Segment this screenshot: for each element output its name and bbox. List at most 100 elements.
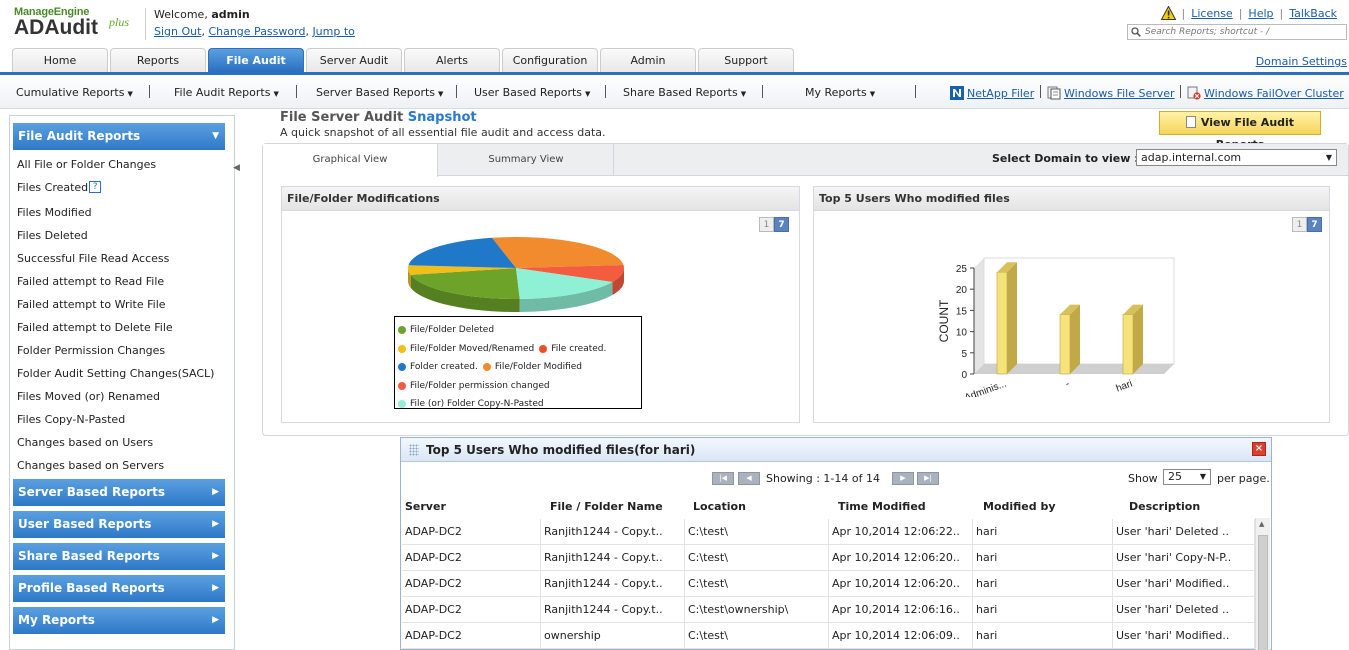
sidebar-item-changes-by-servers[interactable]: Changes based on Servers — [17, 459, 164, 472]
search-box[interactable] — [1127, 24, 1347, 40]
tab-support[interactable]: Support — [698, 48, 794, 72]
column-header-modified-by[interactable]: Modified by — [983, 500, 1056, 513]
tab-summary-view[interactable]: Summary View — [439, 144, 614, 176]
product-logo[interactable]: ManageEngine ADAudit plus — [14, 6, 129, 38]
sidebar-item-failed-delete[interactable]: Failed attempt to Delete File — [17, 321, 173, 334]
legend-label: File created. — [551, 343, 607, 354]
column-header-description[interactable]: Description — [1129, 500, 1200, 513]
talkback-link[interactable]: TalkBack — [1289, 7, 1337, 20]
tab-configuration[interactable]: Configuration — [502, 48, 598, 72]
tab-server-audit[interactable]: Server Audit — [306, 48, 402, 72]
cell-file-name: Ranjith1244 - Copy.t.. — [541, 545, 685, 570]
next-page-button[interactable]: ▶ — [892, 472, 914, 485]
tab-home[interactable]: Home — [12, 48, 108, 72]
previous-page-button[interactable]: ◀ — [738, 472, 760, 485]
sidebar-section-profile-based[interactable]: Profile Based Reports ▶ — [13, 575, 225, 602]
my-reports-menu[interactable]: My Reports ▼ — [805, 86, 875, 99]
cell-modified-by: hari — [973, 519, 1113, 544]
vertical-scrollbar[interactable]: ▲ — [1255, 518, 1270, 650]
tab-alerts[interactable]: Alerts — [404, 48, 500, 72]
sidebar-item-files-deleted[interactable]: Files Deleted — [17, 229, 88, 242]
domain-settings-link[interactable]: Domain Settings — [1256, 55, 1347, 68]
tab-reports[interactable]: Reports — [110, 48, 206, 72]
server-based-reports-menu[interactable]: Server Based Reports ▼ — [316, 86, 443, 99]
column-header-location[interactable]: Location — [693, 500, 746, 513]
change-password-link[interactable]: Change Password — [208, 25, 305, 38]
last-page-button[interactable]: ▶| — [917, 472, 939, 485]
sidebar-item-files-modified[interactable]: Files Modified — [17, 206, 92, 219]
warning-icon[interactable] — [1160, 6, 1176, 20]
tab-admin[interactable]: Admin — [600, 48, 696, 72]
table-row[interactable]: ADAP-DC2 Ranjith1244 - Copy.t.. C:\test\ Ap… — [402, 519, 1255, 545]
sidebar-section-my-reports[interactable]: My Reports ▶ — [13, 607, 225, 634]
cell-file-name: Ranjith1244 - Copy.t.. — [541, 597, 685, 622]
scroll-thumb[interactable] — [1258, 535, 1268, 650]
pagination-status: Showing : 1-14 of 14 — [766, 472, 880, 485]
dialog-title: Top 5 Users Who modified files(for hari) — [426, 443, 696, 457]
sidebar-collapse-icon[interactable]: ◀ — [233, 163, 241, 179]
file-audit-reports-menu[interactable]: File Audit Reports ▼ — [174, 86, 279, 99]
column-header-time-modified[interactable]: Time Modified — [838, 500, 926, 513]
jump-to-link[interactable]: Jump to — [312, 25, 354, 38]
menu-label: Share Based Reports — [623, 86, 738, 99]
help-link[interactable]: Help — [1248, 7, 1273, 20]
sidebar-item-failed-read[interactable]: Failed attempt to Read File — [17, 275, 164, 288]
divider — [1040, 85, 1041, 98]
sidebar-item-sacl-changes[interactable]: Folder Audit Setting Changes(SACL) — [17, 367, 214, 380]
menu-label: Cumulative Reports — [16, 86, 125, 99]
pie-chart — [408, 237, 624, 312]
netapp-filer-link[interactable]: NetApp Filer — [950, 86, 1034, 100]
drag-handle-icon[interactable] — [409, 444, 419, 456]
help-icon[interactable]: ? — [89, 181, 102, 193]
cumulative-reports-menu[interactable]: Cumulative Reports ▼ — [16, 86, 133, 99]
sidebar-item-moved-renamed[interactable]: Files Moved (or) Renamed — [17, 390, 160, 403]
sidebar-item-read-access[interactable]: Successful File Read Access — [17, 252, 169, 265]
bar-chart: 0510152025Adminis...-hariCOUNTUSERNAME — [937, 257, 1175, 397]
sidebar-section-user-based[interactable]: User Based Reports ▶ — [13, 511, 225, 538]
table-row[interactable]: ADAP-DC2 ownership C:\test\ Apr 10,2014 12:… — [402, 623, 1255, 649]
pager-page-active[interactable]: 7 — [774, 217, 789, 232]
legend-label: File/Folder Deleted — [410, 325, 495, 336]
file-server-icon — [1047, 86, 1061, 100]
license-link[interactable]: License — [1191, 7, 1232, 20]
sidebar-item-files-created[interactable]: Files Created? — [17, 181, 102, 194]
scroll-up-icon[interactable]: ▲ — [1259, 520, 1264, 528]
sidebar-item-copy-pasted[interactable]: Files Copy-N-Pasted — [17, 413, 125, 426]
tab-file-audit[interactable]: File Audit — [208, 48, 304, 72]
column-header-file-name[interactable]: File / Folder Name — [550, 500, 663, 513]
sign-out-link[interactable]: Sign Out — [154, 25, 201, 38]
pager-page[interactable]: 1 — [759, 217, 774, 232]
sidebar-item-permission-changes[interactable]: Folder Permission Changes — [17, 344, 165, 357]
search-input[interactable] — [1145, 27, 1345, 37]
bar-chart-title: Top 5 Users Who modified files — [814, 187, 1329, 211]
bar-side — [1070, 304, 1080, 374]
windows-file-server-link[interactable]: Windows File Server — [1047, 86, 1175, 100]
sidebar-section-share-based[interactable]: Share Based Reports ▶ — [13, 543, 225, 570]
share-based-reports-menu[interactable]: Share Based Reports ▼ — [623, 86, 746, 99]
dialog-header[interactable]: Top 5 Users Who modified files(for hari)… — [401, 438, 1271, 462]
table-row[interactable]: ADAP-DC2 Ranjith1244 - Copy.t.. C:\test\ Ap… — [402, 545, 1255, 571]
section-label: Profile Based Reports — [18, 581, 165, 595]
cell-server: ADAP-DC2 — [402, 623, 541, 648]
sidebar-section-server-based[interactable]: Server Based Reports ▶ — [13, 479, 225, 506]
cell-location: C:\test\ — [685, 571, 829, 596]
windows-failover-cluster-link[interactable]: Windows FailOver Cluster — [1187, 86, 1344, 100]
table-row[interactable]: ADAP-DC2 Ranjith1244 - Copy.t.. C:\test\ow… — [402, 597, 1255, 623]
domain-select[interactable]: adap.internal.com ▼ — [1136, 149, 1337, 166]
first-page-button[interactable]: |◀ — [712, 472, 734, 485]
cell-modified-by: hari — [973, 623, 1113, 648]
per-page-select[interactable]: 25 ▼ — [1163, 469, 1211, 485]
page-subtitle: A quick snapshot of all essential file a… — [280, 126, 606, 139]
close-button[interactable]: × — [1252, 442, 1266, 456]
sidebar-item-changes-by-users[interactable]: Changes based on Users — [17, 436, 153, 449]
view-file-audit-reports-button[interactable]: View File Audit Reports — [1159, 111, 1321, 151]
table-row[interactable]: ADAP-DC2 Ranjith1244 - Copy.t.. C:\test\ Ap… — [402, 571, 1255, 597]
sidebar-item-all-changes[interactable]: All File or Folder Changes — [17, 158, 156, 171]
column-header-server[interactable]: Server — [405, 500, 446, 513]
divider — [149, 85, 150, 98]
sidebar-section-file-audit[interactable]: File Audit Reports ▼ — [13, 123, 225, 150]
tab-graphical-view[interactable]: Graphical View — [263, 144, 438, 177]
user-based-reports-menu[interactable]: User Based Reports ▼ — [474, 86, 590, 99]
menu-label: File Audit Reports — [174, 86, 271, 99]
sidebar-item-failed-write[interactable]: Failed attempt to Write File — [17, 298, 166, 311]
